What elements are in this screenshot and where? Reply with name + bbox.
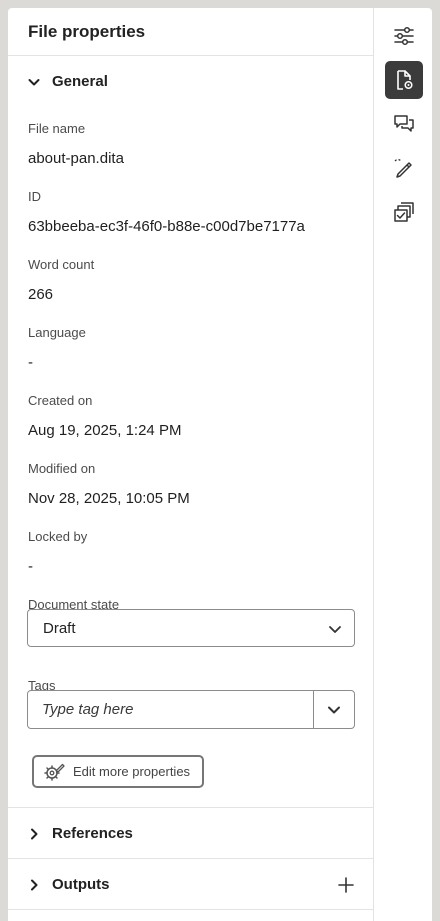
prop-label: ID	[28, 189, 41, 204]
section-references-label: References	[52, 825, 133, 842]
prop-label: Language	[28, 325, 86, 340]
prop-modified-on: Modified on Nov 28, 2025, 10:05 PM	[8, 461, 190, 509]
divider	[8, 909, 374, 910]
section-general-header[interactable]: General	[8, 56, 373, 107]
prop-value: about-pan.dita	[28, 150, 124, 167]
prop-value: Aug 19, 2025, 1:24 PM	[28, 422, 182, 439]
tags-input[interactable]	[28, 691, 313, 728]
rail-file-properties-button[interactable]	[385, 61, 423, 99]
rail-comments-button[interactable]	[385, 105, 423, 143]
prop-created-on: Created on Aug 19, 2025, 1:24 PM	[8, 393, 181, 441]
tags-combobox	[27, 690, 355, 729]
prop-language: Language -	[8, 325, 86, 373]
pen-review-icon	[394, 158, 412, 178]
rail-versions-button[interactable]	[385, 193, 423, 231]
prop-label: File name	[28, 121, 86, 136]
prop-label: Modified on	[28, 461, 96, 476]
sliders-icon	[394, 26, 414, 46]
section-outputs-label: Outputs	[52, 876, 110, 893]
section-references-header[interactable]: References	[8, 808, 374, 859]
prop-file-name: File name about-pan.dita	[8, 121, 124, 169]
prop-label: Word count	[28, 257, 95, 272]
document-state-value: Draft	[43, 619, 76, 637]
prop-value: -	[28, 558, 33, 575]
section-outputs-header[interactable]: Outputs	[8, 859, 374, 910]
document-state-select[interactable]: Draft	[27, 609, 355, 647]
chevron-right-icon	[28, 828, 40, 840]
add-output-icon[interactable]	[338, 877, 354, 893]
chevron-down-icon	[28, 76, 40, 88]
prop-value: 266	[28, 286, 54, 303]
section-general-label: General	[52, 73, 108, 90]
file-settings-icon	[397, 70, 413, 90]
properties-main: File properties General File name about-…	[8, 8, 374, 921]
properties-panel: File properties General File name about-…	[8, 8, 432, 921]
prop-value: -	[28, 354, 33, 371]
chevron-right-icon	[28, 879, 40, 891]
prop-value: 63bbeeba-ec3f-46f0-b88e-c00d7be7177a	[28, 218, 305, 235]
edit-more-properties-label: Edit more properties	[73, 764, 191, 779]
edit-more-properties-button[interactable]: Edit more properties	[32, 755, 204, 788]
gear-edit-icon	[44, 763, 65, 781]
chevron-down-icon	[328, 622, 342, 636]
comments-icon	[394, 115, 414, 132]
prop-id: ID 63bbeeba-ec3f-46f0-b88e-c00d7be7177a	[8, 189, 305, 237]
prop-word-count: Word count 266	[8, 257, 94, 305]
tags-dropdown-button[interactable]	[313, 691, 354, 728]
prop-label: Locked by	[28, 529, 88, 544]
prop-value: Nov 28, 2025, 10:05 PM	[28, 490, 190, 507]
right-rail	[375, 8, 432, 921]
rail-review-button[interactable]	[385, 149, 423, 187]
prop-label: Created on	[28, 393, 93, 408]
chevron-down-icon	[328, 706, 340, 713]
prop-locked-by: Locked by -	[8, 529, 87, 577]
panel-title: File properties	[8, 8, 373, 56]
version-check-icon	[394, 202, 414, 222]
rail-sliders-button[interactable]	[385, 17, 423, 55]
